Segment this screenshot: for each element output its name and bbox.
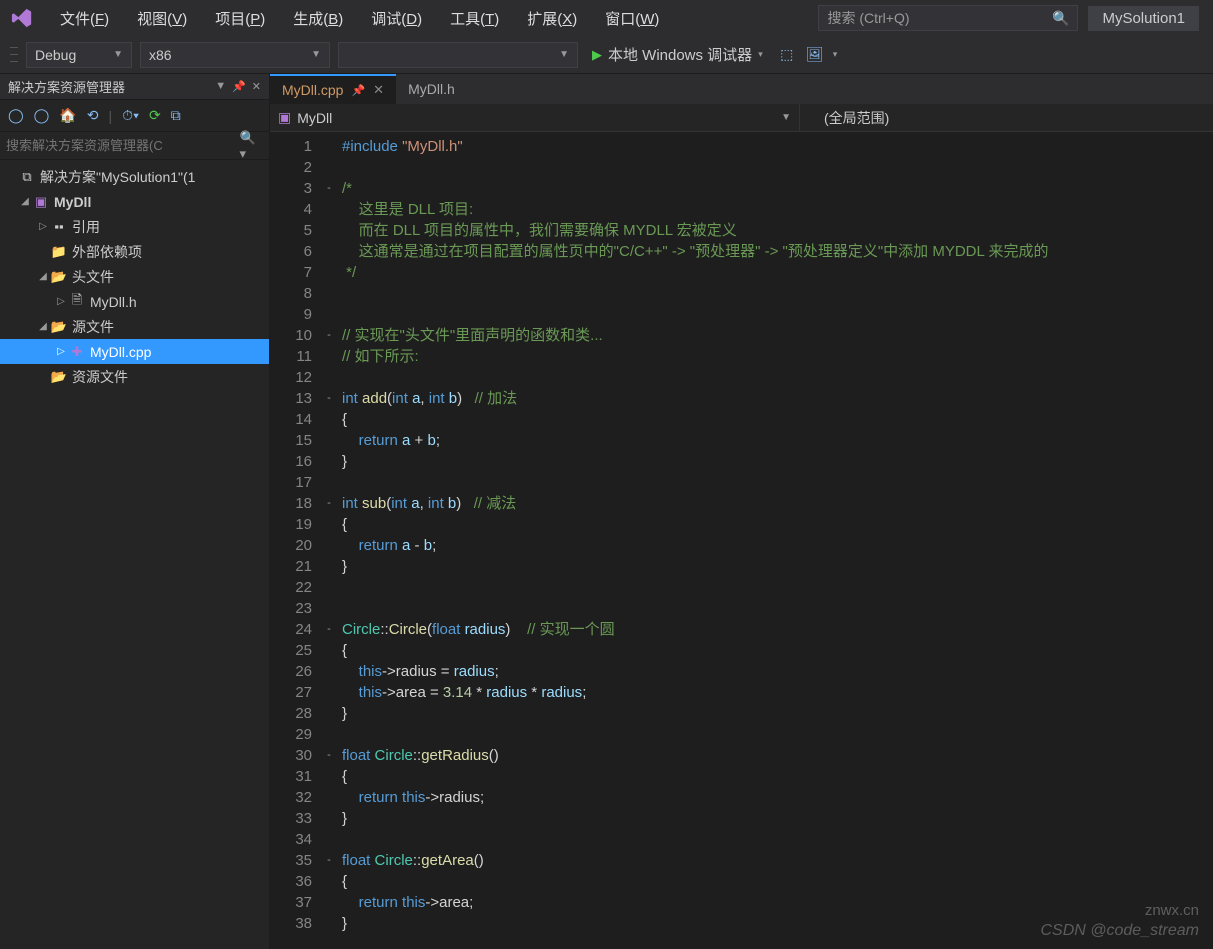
source-file[interactable]: ▷✚MyDll.cpp: [0, 339, 269, 364]
grip-icon: [10, 45, 18, 65]
target-dropdown[interactable]: ▼: [338, 42, 578, 68]
platform-dropdown[interactable]: x86▼: [140, 42, 330, 68]
sources-folder[interactable]: ◢📂源文件: [0, 314, 269, 339]
config-dropdown[interactable]: Debug▼: [26, 42, 132, 68]
external-icon: 📁: [50, 244, 68, 260]
vs-logo-icon: [8, 4, 36, 32]
run-label: 本地 Windows 调试器: [608, 44, 752, 65]
code-editor[interactable]: 1234567891011121314151617181920212223242…: [270, 132, 1213, 949]
menu-item[interactable]: 调试(D): [357, 2, 436, 35]
external-deps-node[interactable]: 📁外部依赖项: [0, 239, 269, 264]
pin-icon[interactable]: 📌: [232, 80, 246, 93]
panel-header: 解决方案资源管理器 ▼ 📌 ✕: [0, 74, 269, 100]
line-number-gutter: 1234567891011121314151617181920212223242…: [270, 132, 322, 949]
solution-explorer-panel: 解决方案资源管理器 ▼ 📌 ✕ ◯ ◯ 🏠 ⟲ | ⏱▾ ⟳ ⧉ 🔍 ▾ ⧉解决…: [0, 74, 270, 949]
references-node[interactable]: ▷▪▪引用: [0, 214, 269, 239]
scope-dropdown-right[interactable]: (全局范围): [800, 104, 1213, 131]
menubar: 文件(F)视图(V)项目(P)生成(B)调试(D)工具(T)扩展(X)窗口(W)…: [0, 0, 1213, 36]
search-icon[interactable]: 🔍 ▾: [239, 130, 263, 162]
code-content[interactable]: #include "MyDll.h" /* 这里是 DLL 项目: 而在 DLL…: [336, 132, 1213, 949]
explorer-search-input[interactable]: [6, 138, 235, 153]
search-placeholder: 搜索 (Ctrl+Q): [827, 8, 909, 28]
back-icon[interactable]: ◯: [8, 107, 24, 124]
sync-icon[interactable]: ⟲: [87, 107, 99, 124]
tool-icon[interactable]: ⏱▾: [122, 107, 139, 124]
toolbar-icon-1[interactable]: ⬚: [777, 45, 797, 65]
panel-toolbar: ◯ ◯ 🏠 ⟲ | ⏱▾ ⟳ ⧉: [0, 100, 269, 132]
menu-item[interactable]: 视图(V): [123, 2, 201, 35]
headers-folder[interactable]: ◢📂头文件: [0, 264, 269, 289]
menu-item[interactable]: 窗口(W): [591, 2, 673, 35]
search-icon: 🔍: [1052, 10, 1069, 27]
solution-icon: ⧉: [18, 169, 36, 185]
menu-item[interactable]: 扩展(X): [513, 2, 591, 35]
toolbar-overflow-icon[interactable]: ▾: [833, 49, 838, 60]
code-nav-bar: ▣ MyDll▼ (全局范围): [270, 104, 1213, 132]
start-debug-button[interactable]: ▶ 本地 Windows 调试器 ▾: [586, 44, 769, 65]
menu-item[interactable]: 文件(F): [46, 2, 123, 35]
header-file[interactable]: ▷🗎MyDll.h: [0, 289, 269, 314]
panel-title: 解决方案资源管理器: [8, 77, 125, 96]
project-icon: ▣: [32, 194, 50, 210]
refresh-icon[interactable]: ⟳: [149, 107, 161, 124]
chevron-down-icon: ▾: [758, 49, 763, 60]
editor-tabs: MyDll.cpp 📌 ✕ MyDll.h: [270, 74, 1213, 104]
toolbar-icon-2[interactable]: 🖼: [805, 45, 825, 65]
editor-area: MyDll.cpp 📌 ✕ MyDll.h ▣ MyDll▼ (全局范围) 12…: [270, 74, 1213, 949]
home-icon[interactable]: 🏠: [59, 107, 76, 124]
resources-folder[interactable]: 📂资源文件: [0, 364, 269, 389]
folder-icon: 📂: [50, 369, 68, 385]
close-icon[interactable]: ✕: [373, 82, 384, 98]
panel-search: 🔍 ▾: [0, 132, 269, 160]
folder-icon: 📂: [50, 319, 68, 335]
global-search-input[interactable]: 搜索 (Ctrl+Q) 🔍: [818, 5, 1078, 31]
show-all-icon[interactable]: ⧉: [171, 107, 181, 124]
h-file-icon: 🗎: [68, 291, 86, 313]
menu-items: 文件(F)视图(V)项目(P)生成(B)调试(D)工具(T)扩展(X)窗口(W): [46, 2, 673, 35]
tab-mydll-cpp[interactable]: MyDll.cpp 📌 ✕: [270, 74, 396, 104]
scope-dropdown-left[interactable]: ▣ MyDll▼: [270, 104, 800, 131]
menu-item[interactable]: 项目(P): [201, 2, 279, 35]
solution-node[interactable]: ⧉解决方案"MySolution1"(1: [0, 164, 269, 189]
folder-icon: 📂: [50, 269, 68, 285]
menu-item[interactable]: 工具(T): [436, 2, 513, 35]
watermark-text: CSDN @code_stream: [1040, 920, 1199, 941]
pin-icon[interactable]: 📌: [351, 84, 365, 97]
solution-name-label: MySolution1: [1088, 6, 1199, 31]
solution-tree: ⧉解决方案"MySolution1"(1 ◢▣MyDll ▷▪▪引用 📁外部依赖…: [0, 160, 269, 393]
play-icon: ▶: [592, 47, 602, 63]
tab-mydll-h[interactable]: MyDll.h: [396, 74, 467, 104]
project-icon: ▣: [278, 109, 291, 126]
close-icon[interactable]: ✕: [252, 80, 261, 93]
watermark-text: znwx.cn: [1145, 900, 1199, 921]
main-toolbar: Debug▼ x86▼ ▼ ▶ 本地 Windows 调试器 ▾ ⬚ 🖼 ▾: [0, 36, 1213, 74]
references-icon: ▪▪: [50, 219, 68, 234]
cpp-file-icon: ✚: [68, 344, 86, 360]
project-node[interactable]: ◢▣MyDll: [0, 189, 269, 214]
forward-icon[interactable]: ◯: [34, 107, 50, 124]
menu-item[interactable]: 生成(B): [279, 2, 357, 35]
dropdown-icon[interactable]: ▼: [215, 80, 226, 93]
fold-column[interactable]: - - - - - - -: [322, 132, 336, 949]
